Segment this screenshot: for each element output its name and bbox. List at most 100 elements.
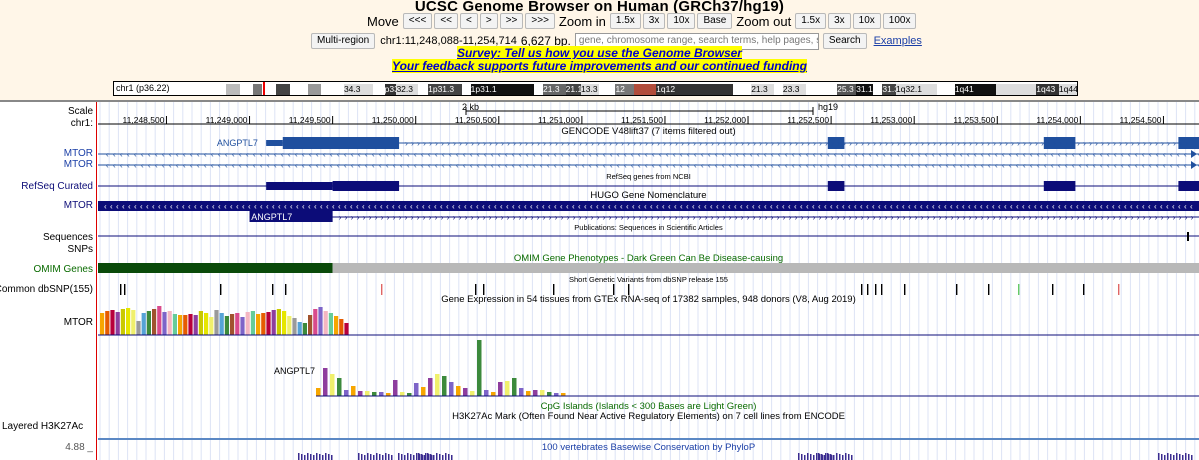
strand-arrow: › [639, 139, 642, 148]
strand-arrow: ‹ [232, 150, 235, 159]
hugo-mtor-label[interactable]: MTOR [64, 200, 93, 211]
strand-arrow: ‹ [1002, 150, 1005, 159]
strand-arrow: ‹ [1072, 150, 1075, 159]
sequences-label[interactable]: Sequences [43, 232, 93, 243]
dbsnp-track-label[interactable]: Common dbSNP(155) [0, 284, 93, 295]
refseq-track-label[interactable]: RefSeq Curated [21, 181, 93, 192]
ruler-tick-label: 11,248,500 [123, 115, 165, 125]
strand-arrow: › [501, 213, 504, 222]
strand-arrow: ‹ [530, 202, 533, 211]
phylop-bar [1188, 454, 1190, 460]
strand-arrow: › [531, 213, 534, 222]
zoom-out-3x-button[interactable]: 3x [828, 13, 851, 29]
move-far-left-button[interactable]: <<< [402, 13, 433, 29]
strand-arrow: ‹ [836, 202, 839, 211]
move-left-button[interactable]: << [434, 13, 459, 29]
mtor-track-label-1[interactable]: MTOR [64, 148, 93, 159]
zoom-in-1-5x-button[interactable]: 1.5x [609, 13, 641, 29]
gtex-mtor-bar [105, 311, 110, 335]
zoom-base-button[interactable]: Base [697, 13, 733, 29]
strand-arrow: › [969, 139, 972, 148]
gtex-mtor-bar [172, 314, 177, 335]
zoom-out-100x-button[interactable]: 100x [882, 13, 917, 29]
strand-arrow: › [387, 213, 390, 222]
strand-arrow: ‹ [1156, 150, 1159, 159]
move-step-left-button[interactable]: < [460, 13, 478, 29]
strand-arrow: ‹ [122, 202, 125, 211]
strand-arrow: ‹ [176, 161, 179, 170]
strand-arrow: ‹ [1076, 202, 1079, 211]
strand-arrow: ‹ [860, 202, 863, 211]
zoom-in-3x-button[interactable]: 3x [642, 13, 666, 29]
gtex-mtor-bar [224, 316, 229, 335]
snp-mark [483, 284, 485, 295]
move-right-button[interactable]: >> [499, 13, 524, 29]
strand-arrow: › [417, 139, 420, 148]
strand-arrow: ‹ [254, 202, 257, 211]
strand-arrow: ‹ [1016, 202, 1019, 211]
phylop-bar [830, 454, 832, 460]
feedback-banner: Your feedback supports future improvemen… [0, 59, 1199, 73]
gtex-mtor-label[interactable]: MTOR [64, 317, 93, 328]
survey-link[interactable]: Survey: Tell us how you use the Genome B… [457, 46, 742, 60]
strand-arrow: › [555, 213, 558, 222]
strand-arrow: ‹ [800, 202, 803, 211]
phylop-bar [370, 454, 372, 460]
strand-arrow: › [555, 139, 558, 148]
strand-arrow: ‹ [386, 161, 389, 170]
move-step-right-button[interactable]: > [479, 13, 498, 29]
strand-arrow: ‹ [440, 202, 443, 211]
gtex-mtor-bar [193, 315, 198, 335]
strand-arrow: ‹ [393, 161, 396, 170]
ideogram-band: 34.3 [343, 84, 373, 95]
ideogram-band: 13.3 [581, 84, 600, 95]
strand-arrow: ‹ [897, 161, 900, 170]
chromosome-ideogram[interactable]: chr1 (p36.22) 34.3p3332.31p31.31p31.121.… [113, 81, 1078, 96]
ideogram-band [239, 84, 254, 95]
strand-arrow: ‹ [673, 161, 676, 170]
strand-arrow: ‹ [323, 161, 326, 170]
zoom-in-10x-button[interactable]: 10x [667, 13, 696, 29]
omim-dark-bar [98, 263, 333, 273]
strand-arrow: ‹ [1004, 202, 1007, 211]
strand-arrow: ‹ [449, 150, 452, 159]
gtex-mtor-bar [334, 316, 339, 335]
track-canvas[interactable]: 2 kb hg19 11,248,500 11,249,000 11,249,500 11… [98, 102, 1199, 460]
strand-arrow: ‹ [1009, 150, 1012, 159]
gtex-angptl7-label: ANGPTL7 [274, 366, 315, 376]
snps-label[interactable]: SNPs [67, 244, 93, 255]
strand-arrow: ‹ [398, 202, 401, 211]
strand-arrow: ‹ [932, 150, 935, 159]
strand-arrow: ‹ [1148, 202, 1151, 211]
strand-arrow: ‹ [477, 150, 480, 159]
strand-arrow: ‹ [827, 150, 830, 159]
strand-arrow: ‹ [188, 202, 191, 211]
phylop-bar [436, 453, 438, 460]
strand-arrow: ‹ [274, 150, 277, 159]
strand-arrow: ‹ [771, 150, 774, 159]
ideogram-band [276, 84, 290, 95]
move-far-right-button[interactable]: >>> [525, 13, 555, 29]
control-panel: UCSC Genome Browser on Human (GRCh37/hg1… [0, 0, 1199, 100]
strand-arrow: ‹ [560, 202, 563, 211]
phylop-bar [1161, 454, 1163, 460]
strand-arrow: › [519, 139, 522, 148]
zoom-out-10x-button[interactable]: 10x [852, 13, 881, 29]
strand-arrow: ‹ [998, 202, 1001, 211]
mtor-track-label-2[interactable]: MTOR [64, 159, 93, 170]
strand-arrow: › [831, 213, 834, 222]
zoom-out-1-5x-button[interactable]: 1.5x [795, 13, 827, 29]
strand-arrow: ‹ [1112, 202, 1115, 211]
refseq-exon [332, 181, 400, 191]
strand-arrow: › [717, 139, 720, 148]
strand-arrow: ‹ [1142, 161, 1145, 170]
ideogram-band [321, 84, 344, 95]
strand-arrow: › [1185, 213, 1188, 222]
strand-arrow: › [351, 213, 354, 222]
strand-arrow: ‹ [230, 202, 233, 211]
omim-track-label[interactable]: OMIM Genes [34, 264, 93, 275]
gencode-gene-label: ANGPTL7 [217, 138, 258, 148]
h3k27-track-label[interactable]: Layered H3K27Ac [2, 421, 83, 432]
feedback-link[interactable]: Your feedback supports future improvemen… [392, 59, 807, 73]
strand-arrow: ‹ [134, 161, 137, 170]
